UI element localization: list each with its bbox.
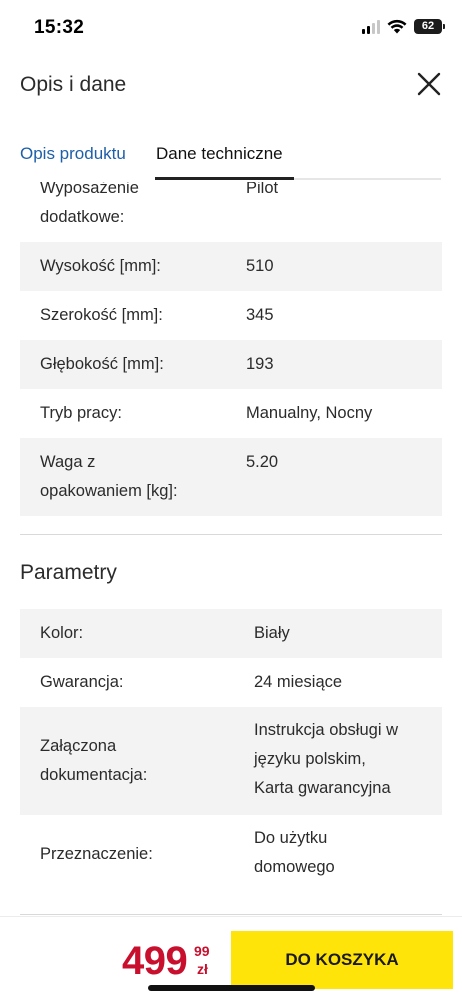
page-title: Opis i dane bbox=[20, 73, 127, 96]
wifi-icon bbox=[387, 19, 407, 34]
tabs: Opis produktu Dane techniczne bbox=[0, 136, 462, 182]
active-tab-indicator bbox=[155, 177, 294, 180]
spec-label: Głębokość [mm]: bbox=[40, 355, 164, 373]
spec-value: 345 bbox=[246, 306, 274, 324]
param-row: Załączona dokumentacja: Instrukcja obsłu… bbox=[20, 707, 442, 815]
param-row: Gwarancja: 24 miesiące bbox=[20, 658, 442, 707]
close-icon bbox=[417, 72, 441, 96]
spec-row: Wyposażenie dodatkowe: Pilot bbox=[20, 182, 442, 242]
param-label: dokumentacja: bbox=[40, 766, 148, 784]
tech-spec-table: Wyposażenie dodatkowe: Pilot Wysokość [m… bbox=[20, 182, 442, 516]
section-title-parametry: Parametry bbox=[20, 561, 117, 584]
param-label: Gwarancja: bbox=[40, 673, 124, 691]
spec-value: 5.20 bbox=[246, 453, 279, 471]
header: Opis i dane bbox=[0, 56, 462, 116]
spec-value: 510 bbox=[246, 257, 274, 275]
param-value: języku polskim, bbox=[254, 750, 366, 768]
param-label: Kolor: bbox=[40, 624, 84, 642]
spec-label: Wysokość [mm]: bbox=[40, 257, 161, 275]
price-cents: 99 bbox=[194, 943, 210, 959]
section-divider bbox=[20, 914, 442, 915]
param-label: Przeznaczenie: bbox=[40, 845, 153, 863]
close-button[interactable] bbox=[414, 69, 444, 99]
tab-dane-techniczne[interactable]: Dane techniczne bbox=[156, 144, 283, 164]
spec-label: opakowaniem [kg]: bbox=[40, 482, 178, 500]
spec-label: Tryb pracy: bbox=[40, 404, 122, 422]
spec-row: Głębokość [mm]: 193 bbox=[20, 340, 442, 389]
price-main: 499 bbox=[122, 939, 188, 983]
spec-row: Tryb pracy: Manualny, Nocny bbox=[20, 389, 442, 438]
param-row: Przeznaczenie: Do użytku domowego bbox=[20, 815, 442, 895]
home-indicator[interactable] bbox=[148, 985, 315, 991]
battery-icon: 62 bbox=[414, 19, 445, 34]
spec-row: Waga z opakowaniem [kg]: 5.20 bbox=[20, 438, 442, 516]
spec-label: dodatkowe: bbox=[40, 208, 125, 226]
tab-opis-produktu[interactable]: Opis produktu bbox=[20, 144, 126, 164]
param-label: Załączona bbox=[40, 737, 117, 755]
parameters-table: Kolor: Biały Gwarancja: 24 miesiące Załą… bbox=[20, 609, 442, 895]
spec-row: Szerokość [mm]: 345 bbox=[20, 291, 442, 340]
status-time: 15:32 bbox=[34, 17, 85, 38]
status-bar: 15:32 62 bbox=[0, 0, 462, 56]
spec-label: Waga z bbox=[40, 453, 96, 471]
param-value: Karta gwarancyjna bbox=[254, 779, 391, 797]
section-divider bbox=[20, 534, 442, 535]
param-row: Kolor: Biały bbox=[20, 609, 442, 658]
spec-label: Wyposażenie bbox=[40, 182, 139, 197]
status-icons: 62 bbox=[362, 19, 445, 34]
spec-content[interactable]: Wyposażenie dodatkowe: Pilot Wysokość [m… bbox=[0, 182, 462, 916]
param-value: Biały bbox=[254, 624, 290, 642]
param-value: domowego bbox=[254, 858, 335, 876]
spec-row: Wysokość [mm]: 510 bbox=[20, 242, 442, 291]
signal-icon bbox=[362, 19, 380, 34]
param-value: 24 miesiące bbox=[254, 673, 343, 691]
price-currency: zł bbox=[197, 961, 208, 977]
param-value: Instrukcja obsługi w bbox=[254, 721, 398, 739]
spec-value: 193 bbox=[246, 355, 274, 373]
spec-label: Szerokość [mm]: bbox=[40, 306, 163, 324]
spec-value: Pilot bbox=[246, 182, 279, 197]
param-value: Do użytku bbox=[254, 829, 328, 847]
spec-value: Manualny, Nocny bbox=[246, 404, 373, 422]
add-to-cart-button[interactable]: DO KOSZYKA bbox=[231, 931, 453, 989]
